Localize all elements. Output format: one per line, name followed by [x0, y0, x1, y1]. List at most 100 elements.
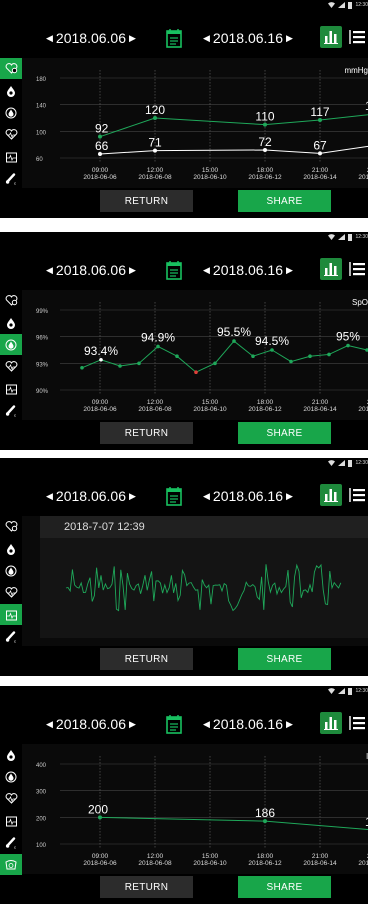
- x-tick-date: 2018-06-14: [303, 406, 337, 413]
- list-view-button[interactable]: [346, 26, 368, 48]
- sidebar-item-thermometer[interactable]: c: [0, 168, 22, 189]
- prev-end-date-arrow-icon[interactable]: ◀: [203, 265, 210, 276]
- sidebar-item-blood-glucose[interactable]: [0, 538, 22, 559]
- calendar-icon[interactable]: [166, 486, 182, 511]
- sidebar-item-blood-glucose[interactable]: [0, 312, 22, 333]
- x-tick-date: 2018-06-16: [358, 406, 368, 413]
- sidebar-item-ecg[interactable]: [0, 810, 22, 831]
- sidebar-item-blood-oxygen[interactable]: [0, 560, 22, 581]
- x-tick-time: 12:00: [147, 853, 164, 860]
- data-label: 71: [148, 136, 162, 150]
- sidebar-item-blood-oxygen[interactable]: [0, 334, 22, 355]
- sidebar-item-ecg[interactable]: [0, 378, 22, 399]
- next-end-date-arrow-icon[interactable]: ▶: [286, 719, 293, 730]
- return-button[interactable]: RETURN: [100, 190, 193, 212]
- prev-end-date-arrow-icon[interactable]: ◀: [203, 491, 210, 502]
- calendar-icon[interactable]: [166, 260, 182, 285]
- sidebar-item-blood-glucose[interactable]: [0, 744, 22, 765]
- calendar-icon[interactable]: [166, 28, 182, 53]
- data-label: 94.5%: [255, 334, 289, 348]
- start-date-value: 2018.06.06: [55, 716, 126, 732]
- next-end-date-arrow-icon[interactable]: ▶: [286, 265, 293, 276]
- chart-view-button[interactable]: [320, 712, 342, 734]
- blood-pressure-icon: [5, 521, 17, 532]
- next-end-date-arrow-icon[interactable]: ▶: [286, 491, 293, 502]
- x-tick-date: 2018-06-08: [138, 406, 172, 413]
- prev-end-date-arrow-icon[interactable]: ◀: [203, 33, 210, 44]
- y-tick-label: 200: [36, 816, 47, 822]
- measurement-sidebar: c: [0, 290, 22, 422]
- sidebar-item-blood-pressure[interactable]: [0, 58, 22, 79]
- status-time: 12:30: [355, 2, 368, 8]
- y-tick-label: 180: [36, 77, 47, 83]
- next-start-date-arrow-icon[interactable]: ▶: [129, 491, 136, 502]
- heart-rate-icon: [5, 793, 17, 804]
- x-tick-time: 09:00: [92, 167, 109, 174]
- start-date-value: 2018.06.06: [55, 488, 126, 504]
- share-button[interactable]: SHARE: [238, 422, 331, 444]
- sidebar-item-heart-rate[interactable]: [0, 788, 22, 809]
- list-icon: [349, 262, 365, 276]
- calendar-icon[interactable]: [166, 714, 182, 739]
- sidebar-item-blood-pressure[interactable]: [0, 290, 22, 311]
- x-tick-date: 2018-06-14: [303, 860, 337, 867]
- heart-rate-icon: [5, 361, 17, 372]
- share-button[interactable]: SHARE: [238, 190, 331, 212]
- list-view-button[interactable]: [346, 712, 368, 734]
- date-range-header: ◀ 2018.06.06 ▶ ◀ 2018.06.16 ▶: [0, 254, 368, 286]
- ecg-waveform: 2018-7-07 12:39: [40, 516, 368, 638]
- chart-view-button[interactable]: [320, 258, 342, 280]
- bp-line-chart: 60 100 140 180 09:002018-06-06 12:002018-06-0…: [36, 70, 368, 181]
- sidebar-item-thermometer[interactable]: c: [0, 832, 22, 853]
- thermometer-icon: c: [5, 836, 16, 849]
- data-point: [213, 361, 217, 366]
- status-time: 12:30: [355, 460, 368, 466]
- x-tick-time: 12:00: [147, 167, 164, 174]
- chart-view-button[interactable]: [320, 26, 342, 48]
- y-tick-label: 400: [36, 763, 47, 769]
- sidebar-item-blood-oxygen[interactable]: [0, 102, 22, 123]
- data-point: [346, 343, 350, 348]
- date-selector-start: ◀ 2018.06.06 ▶: [46, 488, 136, 504]
- battery-icon: [348, 1, 353, 9]
- blood-oxygen-icon: [5, 107, 17, 118]
- share-button[interactable]: SHARE: [238, 648, 331, 670]
- data-label: 120: [145, 103, 165, 117]
- next-start-date-arrow-icon[interactable]: ▶: [129, 265, 136, 276]
- sidebar-item-heart-rate[interactable]: [0, 124, 22, 145]
- return-button[interactable]: RETURN: [100, 648, 193, 670]
- share-button[interactable]: SHARE: [238, 876, 331, 898]
- spo2-line: [81, 340, 368, 373]
- sidebar-item-heart-rate[interactable]: [0, 356, 22, 377]
- next-start-date-arrow-icon[interactable]: ▶: [129, 33, 136, 44]
- sidebar-item-thermometer[interactable]: c: [0, 626, 22, 647]
- sidebar-item-ecg[interactable]: [0, 604, 22, 625]
- prev-start-date-arrow-icon[interactable]: ◀: [46, 491, 53, 502]
- sidebar-item-weight-scale[interactable]: [0, 854, 22, 875]
- sidebar-item-ecg[interactable]: [0, 146, 22, 167]
- date-selector-start: ◀ 2018.06.06 ▶: [46, 30, 136, 46]
- x-tick-time: 09:00: [92, 853, 109, 860]
- start-date-value: 2018.06.06: [55, 262, 126, 278]
- sidebar-item-thermometer[interactable]: c: [0, 400, 22, 421]
- next-start-date-arrow-icon[interactable]: ▶: [129, 719, 136, 730]
- return-button[interactable]: RETURN: [100, 876, 193, 898]
- list-icon: [349, 30, 365, 44]
- bar-chart-icon: [324, 489, 338, 502]
- list-view-button[interactable]: [346, 258, 368, 280]
- status-time: 12:30: [355, 688, 368, 694]
- prev-start-date-arrow-icon[interactable]: ◀: [46, 33, 53, 44]
- prev-start-date-arrow-icon[interactable]: ◀: [46, 265, 53, 276]
- measurement-sidebar: c: [0, 58, 22, 190]
- next-end-date-arrow-icon[interactable]: ▶: [286, 33, 293, 44]
- chart-view-button[interactable]: [320, 484, 342, 506]
- return-button[interactable]: RETURN: [100, 422, 193, 444]
- prev-end-date-arrow-icon[interactable]: ◀: [203, 719, 210, 730]
- footer-bar: RETURN SHARE: [22, 190, 368, 216]
- sidebar-item-blood-pressure[interactable]: [0, 516, 22, 537]
- sidebar-item-blood-glucose[interactable]: [0, 80, 22, 101]
- list-view-button[interactable]: [346, 484, 368, 506]
- prev-start-date-arrow-icon[interactable]: ◀: [46, 719, 53, 730]
- sidebar-item-heart-rate[interactable]: [0, 582, 22, 603]
- sidebar-item-blood-oxygen[interactable]: [0, 766, 22, 787]
